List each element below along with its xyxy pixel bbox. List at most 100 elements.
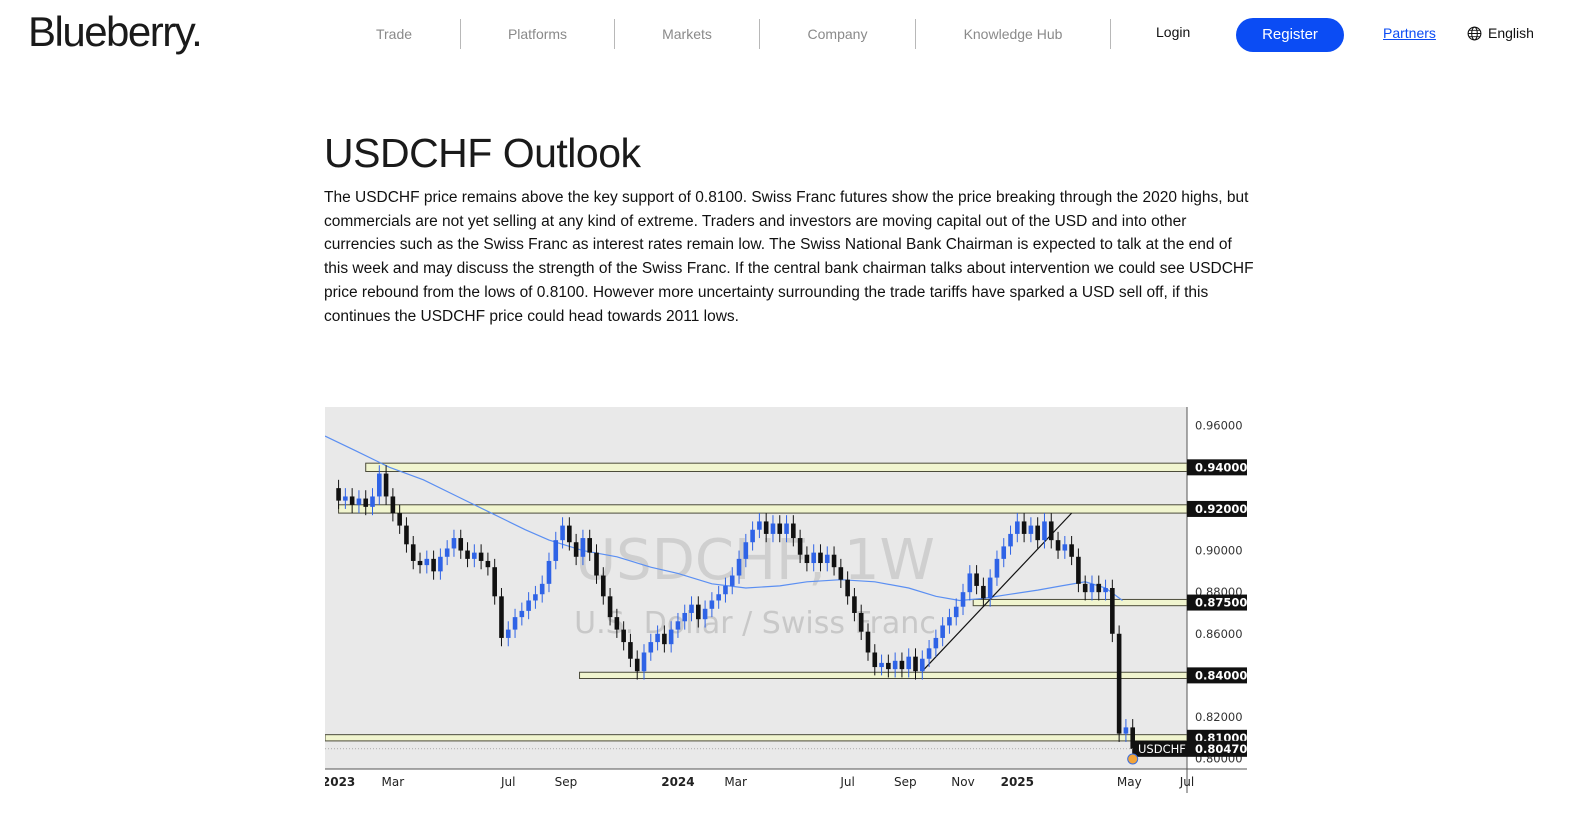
watermark-description: U.S. Dollar / Swiss Franc: [574, 606, 936, 641]
candle-body: [940, 625, 945, 638]
candle-body: [682, 612, 688, 622]
candle-body: [356, 498, 362, 505]
candle-body: [723, 585, 728, 595]
candle-body: [757, 521, 762, 530]
candle-body: [1001, 546, 1007, 559]
candle-body: [879, 662, 884, 668]
candle-body: [607, 596, 613, 618]
candle-body: [960, 592, 966, 607]
candle-body: [913, 656, 918, 672]
candle-body: [410, 544, 416, 561]
support-zone-4: [325, 734, 1188, 742]
candle-body: [899, 660, 905, 670]
price-tick-label: 0.96000: [1195, 419, 1243, 433]
candle-body: [1110, 588, 1115, 634]
candle-body: [404, 525, 409, 545]
candle-body: [343, 496, 348, 501]
candle-body: [831, 554, 837, 568]
candle-body: [539, 583, 545, 595]
candle-body: [696, 604, 701, 620]
candle-body: [1021, 521, 1027, 534]
nav-item-knowledge-hub[interactable]: Knowledge Hub: [916, 18, 1110, 50]
candle-body: [472, 552, 477, 559]
candle-body: [926, 648, 932, 659]
candle-body: [804, 554, 810, 564]
candle-body: [390, 496, 396, 514]
candle-body: [716, 594, 721, 601]
candle-body: [981, 585, 986, 599]
candle-body: [818, 552, 823, 564]
candle-body: [621, 629, 626, 643]
candle-body: [1028, 525, 1034, 534]
candle-body: [892, 660, 898, 670]
price-tick-label: 0.90000: [1195, 544, 1243, 558]
candle-body: [933, 637, 939, 649]
candle-body: [431, 558, 436, 572]
candle-body: [777, 523, 783, 534]
candle-body: [1042, 521, 1047, 541]
nav-item-platforms[interactable]: Platforms: [461, 18, 614, 50]
candle-body: [444, 548, 450, 557]
candle-body: [1076, 556, 1081, 584]
candle-body: [858, 612, 864, 632]
candle-body: [1116, 633, 1122, 734]
candle-body: [614, 617, 620, 630]
candle-body: [1062, 544, 1068, 551]
time-axis-label: Mar: [382, 775, 405, 789]
candle-body: [865, 631, 871, 653]
candle-body: [600, 575, 606, 597]
candle-body: [743, 542, 749, 559]
price-tick-label: 0.82000: [1195, 710, 1243, 724]
support-zone-0: [365, 462, 1188, 472]
support-zone-3: [579, 671, 1188, 679]
time-axis-label: 2023: [325, 775, 355, 789]
usdchf-weekly-chart[interactable]: USDCHF, 1W U.S. Dollar / Swiss Franc 0.9…: [325, 407, 1247, 793]
time-axis-label: Sep: [894, 775, 917, 789]
candle-body: [397, 513, 402, 526]
candle-body: [648, 642, 654, 653]
time-scale-background: [325, 769, 1247, 793]
event-marker-icon: [1127, 753, 1139, 765]
language-selector[interactable]: English: [1467, 25, 1534, 41]
candle-body: [485, 560, 491, 568]
candle-body: [797, 538, 803, 555]
partners-link[interactable]: Partners: [1383, 25, 1436, 41]
candle-body: [383, 473, 389, 497]
candle-body: [906, 656, 912, 670]
zone-price-tag-label: 0.84000: [1195, 668, 1247, 682]
nav-item-company[interactable]: Company: [760, 18, 915, 50]
candle-body: [947, 617, 952, 626]
candle-body: [838, 567, 844, 580]
login-link[interactable]: Login: [1156, 24, 1190, 40]
globe-icon: [1467, 26, 1482, 40]
time-axis-label: Mar: [724, 775, 747, 789]
candle-body: [689, 604, 694, 613]
candle-body: [1123, 727, 1129, 734]
time-axis-label: Sep: [555, 775, 578, 789]
candle-body: [763, 521, 769, 534]
candle-body: [1069, 544, 1074, 557]
candle-body: [994, 558, 1000, 578]
candle-body: [560, 525, 565, 541]
candle-body: [349, 496, 355, 505]
candle-body: [1096, 583, 1102, 593]
candle-body: [655, 633, 660, 643]
candle-body: [953, 606, 959, 618]
support-zone-2: [972, 598, 1188, 607]
brand-logo[interactable]: Blueberry.: [28, 8, 203, 56]
candle-body: [987, 577, 993, 599]
time-axis-label: Jul: [839, 775, 854, 789]
candle-body: [1015, 521, 1020, 534]
candle-body: [750, 529, 755, 543]
candle-body: [573, 542, 579, 557]
candle-body: [499, 596, 504, 638]
candle-body: [702, 608, 708, 620]
nav-divider: [1110, 19, 1111, 49]
zone-price-tag-label: 0.94000: [1195, 460, 1247, 474]
nav-item-markets[interactable]: Markets: [615, 18, 759, 50]
register-button[interactable]: Register: [1236, 18, 1344, 52]
time-axis-label: Nov: [951, 775, 974, 789]
candle-body: [967, 573, 973, 593]
nav-item-trade[interactable]: Trade: [344, 18, 444, 50]
candle-body: [505, 629, 511, 638]
